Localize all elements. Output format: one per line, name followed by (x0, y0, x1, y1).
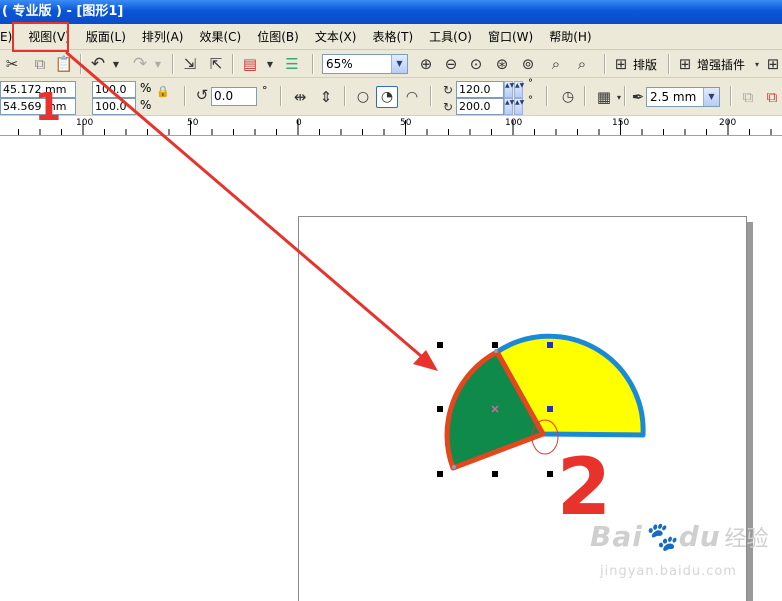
zoom-all-objects-icon[interactable]: ⊛ (492, 54, 512, 74)
scale-width-field[interactable]: 100.0 (92, 81, 136, 98)
zoom-out-icon[interactable]: ⊖ (441, 54, 461, 74)
wrap-text-icon[interactable]: ▦ (594, 87, 614, 107)
to-back-icon[interactable]: ⧉ (762, 87, 782, 107)
outline-width-value: 2.5 mm (650, 90, 697, 104)
zoom-level-value: 65% (326, 57, 353, 71)
zoom-dropdown-icon[interactable]: ▼ (391, 55, 407, 73)
menu-bar: E) 视图(V) 版面(L) 排列(A) 效果(C) 位图(B) 文本(X) 表… (0, 24, 782, 50)
layout-icon[interactable]: ⊞ (612, 54, 630, 74)
application-launcher-icon[interactable]: ▤ (240, 54, 260, 74)
redo-dropdown-icon[interactable]: ▼ (152, 54, 164, 74)
end-angle-unit: ° (528, 95, 533, 106)
arc-mode-icon[interactable]: ◠ (402, 87, 422, 107)
ruler-label: 0 (296, 118, 302, 128)
rotation-angle-field[interactable]: 0.0 (211, 87, 257, 106)
zoom-page-width-icon[interactable]: ⌕ (546, 54, 566, 74)
zoom-page-icon[interactable]: ⊚ (518, 54, 538, 74)
property-bar: 45.172 mm 54.569 mm 100.0 100.0 % % 🔒 ↺ … (0, 78, 782, 116)
export-icon[interactable]: ⇱ (206, 54, 226, 74)
paste-icon[interactable]: 📋 (54, 54, 74, 74)
position-y-field[interactable]: 54.569 mm (0, 98, 76, 115)
scale-height-field[interactable]: 100.0 (92, 98, 136, 115)
menu-help[interactable]: 帮助(H) (541, 26, 599, 48)
toolbar-overflow-icon[interactable]: ⊞ (764, 54, 782, 74)
menu-tools[interactable]: 工具(O) (421, 26, 480, 48)
ruler-label: 50 (187, 118, 199, 128)
start-angle-unit: ° (528, 78, 533, 89)
paw-icon: 🐾 (642, 520, 679, 553)
horizontal-ruler[interactable]: 100 50 0 50 100 150 200 (0, 116, 782, 136)
end-angle-spinner-icon-2[interactable]: ▲▼ (514, 98, 524, 115)
start-angle-spinner-icon-2[interactable]: ▲▼ (514, 81, 524, 98)
end-angle-field[interactable]: 200.0 (456, 98, 504, 115)
zoom-page-height-icon[interactable]: ⌕ (572, 54, 592, 74)
end-angle-icon: ↻ (442, 99, 454, 114)
redo-icon[interactable]: ↷ (130, 54, 150, 74)
scale-height-unit: % (140, 98, 152, 112)
layout-button-label[interactable]: 排版 (633, 56, 657, 73)
mirror-vertical-icon[interactable]: ⇕ (316, 87, 336, 107)
menu-effects[interactable]: 效果(C) (191, 26, 249, 48)
lock-ratio-icon[interactable]: 🔒 (156, 84, 170, 98)
zoom-level-combo[interactable]: 65% ▼ (322, 54, 408, 74)
rotation-icon: ↺ (195, 86, 209, 104)
start-angle-field[interactable]: 120.0 (456, 81, 504, 98)
ruler-label: 50 (400, 118, 412, 128)
direction-toggle-icon[interactable]: ◷ (558, 87, 578, 107)
annotation-menu-highlight (12, 22, 69, 52)
watermark-url: jingyan.baidu.com (600, 564, 737, 579)
menu-table[interactable]: 表格(T) (364, 26, 421, 48)
outline-width-combo[interactable]: 2.5 mm ▼ (646, 87, 720, 107)
start-angle-icon: ↻ (442, 82, 454, 97)
rotation-degree-unit: ° (262, 84, 268, 97)
ruler-label: 150 (612, 118, 630, 128)
plugin-button-label[interactable]: 增强插件 (697, 56, 745, 73)
copy-icon[interactable]: ⧉ (30, 54, 50, 74)
outline-pen-icon: ✒ (631, 88, 645, 106)
menu-text[interactable]: 文本(X) (307, 26, 365, 48)
ruler-label: 100 (76, 118, 94, 128)
launcher-dropdown-icon[interactable]: ▼ (264, 54, 276, 74)
menu-layout[interactable]: 版面(L) (78, 26, 134, 48)
undo-dropdown-icon[interactable]: ▼ (110, 54, 122, 74)
welcome-screen-icon[interactable]: ☰ (282, 54, 302, 74)
undo-icon[interactable]: ↶ (88, 54, 108, 74)
standard-toolbar: ✂ ⧉ 📋 ↶ ▼ ↷ ▼ ⇲ ⇱ ▤ ▼ ☰ 65% ▼ ⊕ ⊖ ⊙ ⊛ ⊚ … (0, 50, 782, 78)
ellipse-mode-icon[interactable]: ○ (353, 87, 373, 107)
to-front-icon[interactable]: ⧉ (738, 87, 758, 107)
ruler-label: 200 (719, 118, 737, 128)
import-icon[interactable]: ⇲ (180, 54, 200, 74)
position-x-field[interactable]: 45.172 mm (0, 81, 76, 98)
mirror-horizontal-icon[interactable]: ⇹ (290, 87, 310, 107)
plugin-dropdown-icon[interactable]: ▾ (752, 54, 762, 74)
watermark-brand-2: du (678, 520, 721, 553)
wrap-text-dropdown-icon[interactable]: ▾ (614, 87, 624, 107)
zoom-in-icon[interactable]: ⊕ (416, 54, 436, 74)
scale-width-unit: % (140, 81, 152, 95)
ruler-label: 100 (505, 118, 523, 128)
watermark: Bai🐾du 经验 jingyan.baidu.com (590, 520, 769, 579)
window-title-bar: ( 专业版 ) - [图形1] (0, 0, 782, 24)
ruler-ticks (18, 120, 772, 135)
pie-mode-icon[interactable]: ◔ (376, 86, 398, 108)
menu-window[interactable]: 窗口(W) (480, 26, 541, 48)
cut-icon[interactable]: ✂ (2, 54, 22, 74)
menu-arrange[interactable]: 排列(A) (134, 26, 192, 48)
watermark-jingyan: 经验 (724, 527, 769, 552)
plugin-icon[interactable]: ⊞ (676, 54, 694, 74)
zoom-selected-icon[interactable]: ⊙ (466, 54, 486, 74)
menu-bitmaps[interactable]: 位图(B) (249, 26, 307, 48)
end-angle-spinner-icon[interactable]: ▲▼ (504, 98, 514, 115)
outline-width-dropdown-icon[interactable]: ▼ (703, 88, 719, 106)
watermark-brand: Bai (590, 520, 643, 553)
window-title: ( 专业版 ) - [图形1] (2, 4, 124, 19)
start-angle-spinner-icon[interactable]: ▲▼ (504, 81, 514, 98)
